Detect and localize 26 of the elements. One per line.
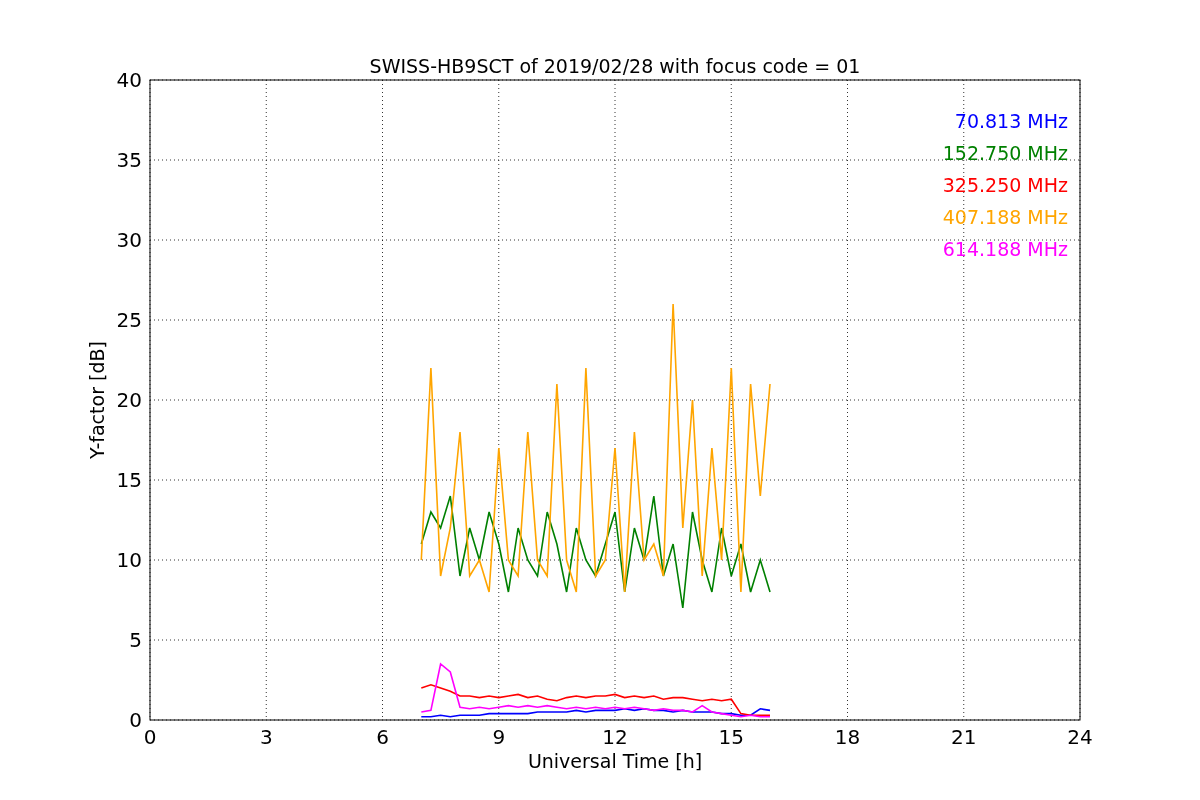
- x-tick-label: 9: [492, 725, 506, 749]
- y-axis-label: Y-factor [dB]: [86, 341, 108, 459]
- y-tick-label: 0: [129, 708, 142, 732]
- y-tick-label: 25: [116, 308, 142, 332]
- chart-title: SWISS-HB9SCT of 2019/02/28 with focus code = 01: [369, 55, 861, 77]
- legend-label: 152.750 MHz: [942, 142, 1068, 164]
- x-tick-label: 6: [376, 725, 389, 749]
- x-tick-label: 12: [602, 725, 628, 749]
- y-tick-label: 15: [116, 468, 142, 492]
- x-tick-label: 24: [1067, 725, 1093, 749]
- x-tick-label: 3: [259, 725, 273, 749]
- legend-label: 614.188 MHz: [942, 238, 1068, 260]
- y-tick-label: 10: [116, 548, 142, 572]
- x-axis-label: Universal Time [h]: [527, 750, 703, 772]
- y-tick-label: 30: [116, 228, 142, 252]
- y-tick-label: 40: [116, 68, 142, 92]
- x-tick-label: 0: [143, 725, 157, 749]
- x-tick-label: 21: [951, 725, 977, 749]
- x-tick-label: 15: [718, 725, 744, 749]
- legend-label: 70.813 MHz: [954, 110, 1068, 132]
- legend-label: 407.188 MHz: [942, 206, 1068, 228]
- x-tick-label: 18: [834, 725, 861, 749]
- y-tick-label: 35: [116, 148, 142, 172]
- y-tick-label: 5: [129, 628, 142, 652]
- y-tick-label: 20: [116, 388, 142, 412]
- legend-label: 325.250 MHz: [942, 174, 1068, 196]
